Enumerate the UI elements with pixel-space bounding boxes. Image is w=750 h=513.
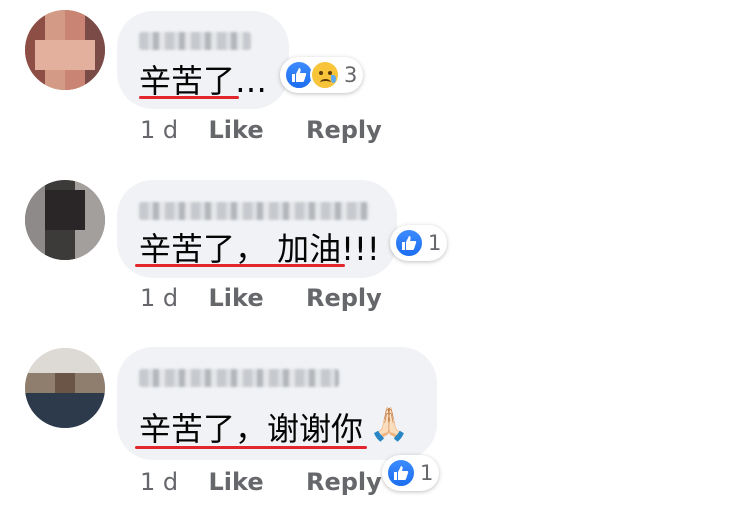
praying-hands-emoji: 🙏🏻: [369, 405, 409, 443]
comment-text: 辛苦了，谢谢你: [139, 410, 364, 448]
comment-meta: 1 d Like Reply: [140, 468, 382, 496]
reaction-count: 1: [428, 231, 442, 255]
reply-button[interactable]: Reply: [306, 116, 382, 144]
commenter-name[interactable]: [139, 369, 339, 387]
avatar[interactable]: [25, 348, 105, 428]
like-button[interactable]: Like: [209, 284, 264, 312]
commenter-name[interactable]: [139, 32, 251, 50]
avatar[interactable]: [25, 10, 105, 90]
comment-bubble: 辛苦了， 加油!!!: [117, 180, 397, 278]
red-underline: [135, 264, 345, 267]
reply-button[interactable]: Reply: [306, 284, 382, 312]
comment-meta: 1 d Like Reply: [140, 284, 382, 312]
reaction-summary[interactable]: 1: [382, 455, 440, 491]
red-underline: [135, 446, 367, 449]
timestamp[interactable]: 1 d: [140, 468, 178, 496]
comment-bubble: 辛苦了，谢谢你 🙏🏻: [117, 347, 437, 460]
timestamp[interactable]: 1 d: [140, 116, 178, 144]
reply-button[interactable]: Reply: [306, 468, 382, 496]
like-icon: [386, 458, 416, 488]
reaction-summary[interactable]: 3: [280, 57, 364, 93]
reaction-summary[interactable]: 1: [390, 225, 448, 261]
timestamp[interactable]: 1 d: [140, 284, 178, 312]
reaction-count: 3: [344, 63, 358, 87]
comment-text: 辛苦了…: [139, 62, 268, 100]
comment-meta: 1 d Like Reply: [140, 116, 382, 144]
comment-text: 辛苦了， 加油!!!: [139, 230, 380, 268]
commenter-name[interactable]: [139, 202, 369, 220]
red-underline: [139, 96, 239, 99]
comment-bubble: 辛苦了…: [117, 11, 289, 109]
like-button[interactable]: Like: [209, 468, 264, 496]
avatar[interactable]: [25, 180, 105, 260]
like-button[interactable]: Like: [209, 116, 264, 144]
like-icon: [394, 228, 424, 258]
reaction-count: 1: [420, 461, 434, 485]
sad-icon: [310, 60, 340, 90]
